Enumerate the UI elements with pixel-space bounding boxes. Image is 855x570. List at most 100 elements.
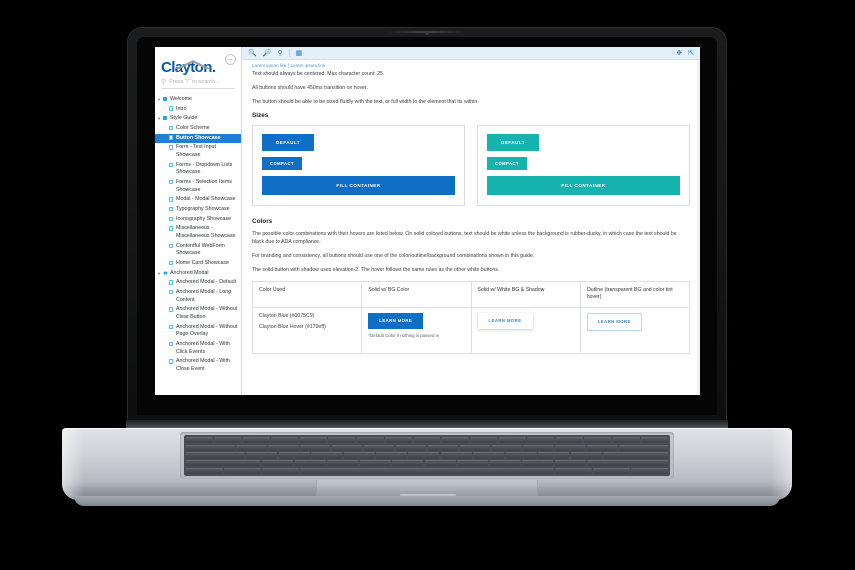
sidebar-item-intro[interactable]: Intro: [155, 105, 241, 115]
chevron-down-icon[interactable]: ▾: [157, 96, 161, 103]
doc-icon: [169, 324, 174, 330]
doc-icon: [169, 216, 174, 222]
sidebar-item-label: Intro: [176, 105, 187, 112]
sidebar-collapse-button[interactable]: –: [225, 54, 236, 65]
expand-icon[interactable]: ✥: [676, 50, 682, 57]
doc-icon: [169, 307, 174, 312]
fill-container-button-blue[interactable]: FILL CONTAINER: [262, 176, 455, 196]
col-outline: Outline (transparent BG and color tint h…: [579, 280, 691, 308]
sidebar-item-welcome[interactable]: ▾ Welcome: [155, 95, 241, 105]
default-color-note: *Default Color if nothing is passed in: [368, 332, 440, 338]
keyboard-key: [570, 452, 602, 459]
sidebar-item-iconography-showcase[interactable]: Iconography Showcase: [155, 215, 241, 225]
sidebar-item-anchored-modal-long-content[interactable]: Anchored Modal - Long Content: [155, 288, 241, 305]
keyboard-key: [262, 467, 299, 475]
compact-button-teal[interactable]: COMPACT: [487, 157, 528, 171]
folder-icon: [163, 116, 168, 121]
grid-icon[interactable]: ▦: [296, 50, 303, 57]
learn-more-solid-button[interactable]: LEARN MORE: [368, 312, 424, 329]
sidebar-item-contentful-webform-showcase[interactable]: Contentful WebForm Showcase: [155, 242, 241, 259]
keyboard-key: [363, 444, 395, 451]
compact-button-blue[interactable]: COMPACT: [262, 157, 303, 171]
keyboard-key: [527, 437, 555, 444]
sidebar-item-modal-modal-showcase[interactable]: Modal - Modal Showcase: [155, 195, 241, 205]
laptop-base-foot: [74, 496, 780, 506]
chevron-down-icon[interactable]: ▾: [157, 115, 161, 122]
keyboard-key: [246, 452, 278, 459]
sidebar-item-label: Typography Showcase: [176, 206, 230, 213]
sidebar-item-miscellaneous-miscellaneous-showcase[interactable]: Miscellaneous - Miscellaneous Showcase: [155, 224, 241, 241]
default-button-teal[interactable]: DEFAULT: [487, 134, 539, 152]
breadcrumb[interactable]: Lorem ipsum link | Lorem ipsum link: [252, 63, 690, 68]
sidebar-item-anchored-modal-with-click-events[interactable]: Anchored Modal - With Click Events: [155, 340, 241, 357]
zoom-reset-icon[interactable]: ⚲: [277, 50, 282, 57]
browser-viewport: Clayton. – ⚲ Press "/" to search... ▾ Wel…: [155, 47, 700, 395]
sidebar-item-forms-selection-items-showcase[interactable]: Forms - Selection Items Showcase: [155, 178, 241, 195]
learn-more-outline-button[interactable]: LEARN MORE: [586, 312, 642, 331]
doc-icon: [169, 226, 174, 231]
doc-icon: [169, 197, 174, 202]
sidebar-item-label: Anchored Modal - With Close Event: [176, 358, 230, 373]
keyboard-key: [408, 452, 440, 459]
sidebar-item-anchored-modal-without-clear-button[interactable]: Anchored Modal - Without Clear Button: [155, 305, 241, 322]
doc-icon-glyph: [169, 179, 173, 185]
main-panel: 🔍 🔎 ⚲ ▦ ✥ ⇱ Lorem ipsum link | Lorem ips…: [242, 47, 700, 395]
doc-icon: [169, 106, 174, 111]
sidebar-item-color-scheme[interactable]: Color Scheme: [155, 124, 241, 134]
keyboard-row: [186, 437, 668, 444]
zoom-in-icon[interactable]: 🔍: [248, 50, 257, 57]
toolbar-divider: [288, 49, 290, 57]
keyboard-key: [271, 437, 299, 444]
keyboard-key: [395, 444, 427, 451]
zoom-out-icon[interactable]: 🔎: [263, 50, 272, 57]
chevron-down-icon[interactable]: ▾: [157, 270, 161, 277]
keyboard-key: [424, 460, 456, 467]
keyboard-key: [300, 467, 554, 475]
size-card-blue: DEFAULT COMPACT FILL CONTAINER: [252, 125, 465, 207]
scrollbar-track[interactable]: [697, 60, 700, 395]
sidebar-item-typography-showcase[interactable]: Typography Showcase: [155, 205, 241, 215]
keyboard: [184, 435, 670, 476]
size-card-teal: DEFAULT COMPACT FILL CONTAINER: [477, 125, 690, 207]
sidebar-item-label: Contentful WebForm Showcase: [176, 242, 225, 257]
doc-icon-glyph: [169, 226, 173, 231]
sidebar-item-anchored-modal-with-close-event[interactable]: Anchored Modal - With Close Event: [155, 357, 241, 374]
sidebar-item-anchored-modal-without-page-overlay[interactable]: Anchored Modal - Without Page Overlay: [155, 323, 241, 340]
folder-icon: [163, 96, 168, 102]
keyboard-key: [261, 460, 294, 467]
sidebar-item-label: Anchored Modal - Long Content: [176, 289, 232, 303]
sidebar-item-style-guide[interactable]: ▾ Style Guide: [155, 114, 241, 124]
colors-heading: Colors: [252, 218, 273, 226]
keyboard-key: [268, 444, 299, 451]
keyboard-key: [593, 467, 630, 475]
fill-container-button-teal[interactable]: FILL CONTAINER: [487, 176, 680, 196]
default-button-blue[interactable]: DEFAULT: [262, 134, 314, 152]
learn-more-shadow-button[interactable]: LEARN MORE: [477, 312, 533, 329]
sidebar-item-home-card-showcase[interactable]: Home Card Showcase: [155, 259, 241, 269]
doc-icon: [169, 243, 174, 249]
sidebar-item-button-showcase[interactable]: Button Showcase: [155, 133, 241, 144]
keyboard-key: [505, 452, 537, 459]
keyboard-key: [457, 460, 489, 467]
sizes-heading: Sizes: [252, 112, 269, 120]
keyboard-key: [522, 460, 554, 467]
cell-color-used: Clayton Blue (#0075C9) Clayton Blue Hove…: [251, 306, 363, 354]
doc-icon-glyph: [169, 280, 173, 285]
sidebar-search[interactable]: ⚲ Press "/" to search...: [161, 78, 235, 89]
keyboard-key: [612, 437, 640, 444]
sidebar: Clayton. – ⚲ Press "/" to search... ▾ Wel…: [155, 47, 242, 395]
keyboard-key: [555, 437, 583, 444]
sidebar-item-forms-dropdown-lists-showcase[interactable]: Forms - Dropdown Lists Showcase: [155, 161, 241, 178]
sidebar-item-anchored-modal-default[interactable]: Anchored Modal - Default: [155, 278, 241, 288]
clayton-logo[interactable]: Clayton.: [161, 60, 223, 75]
col-solid-white-shadow: Solid w/ White BG & Shadow: [470, 280, 581, 308]
keyboard-key: [242, 437, 270, 444]
doc-icon-glyph: [169, 359, 173, 364]
doc-icon: [169, 179, 174, 185]
gear-icon-glyph: [163, 270, 168, 276]
sidebar-item-anchored-modal[interactable]: ▾ Anchored Modal: [155, 269, 241, 279]
keyboard-key: [236, 444, 267, 451]
keyboard-row: [186, 444, 668, 451]
open-in-new-icon[interactable]: ⇱: [688, 50, 694, 57]
sidebar-item-form-text-input-showcase[interactable]: Form - Text Input Showcase: [155, 143, 241, 160]
